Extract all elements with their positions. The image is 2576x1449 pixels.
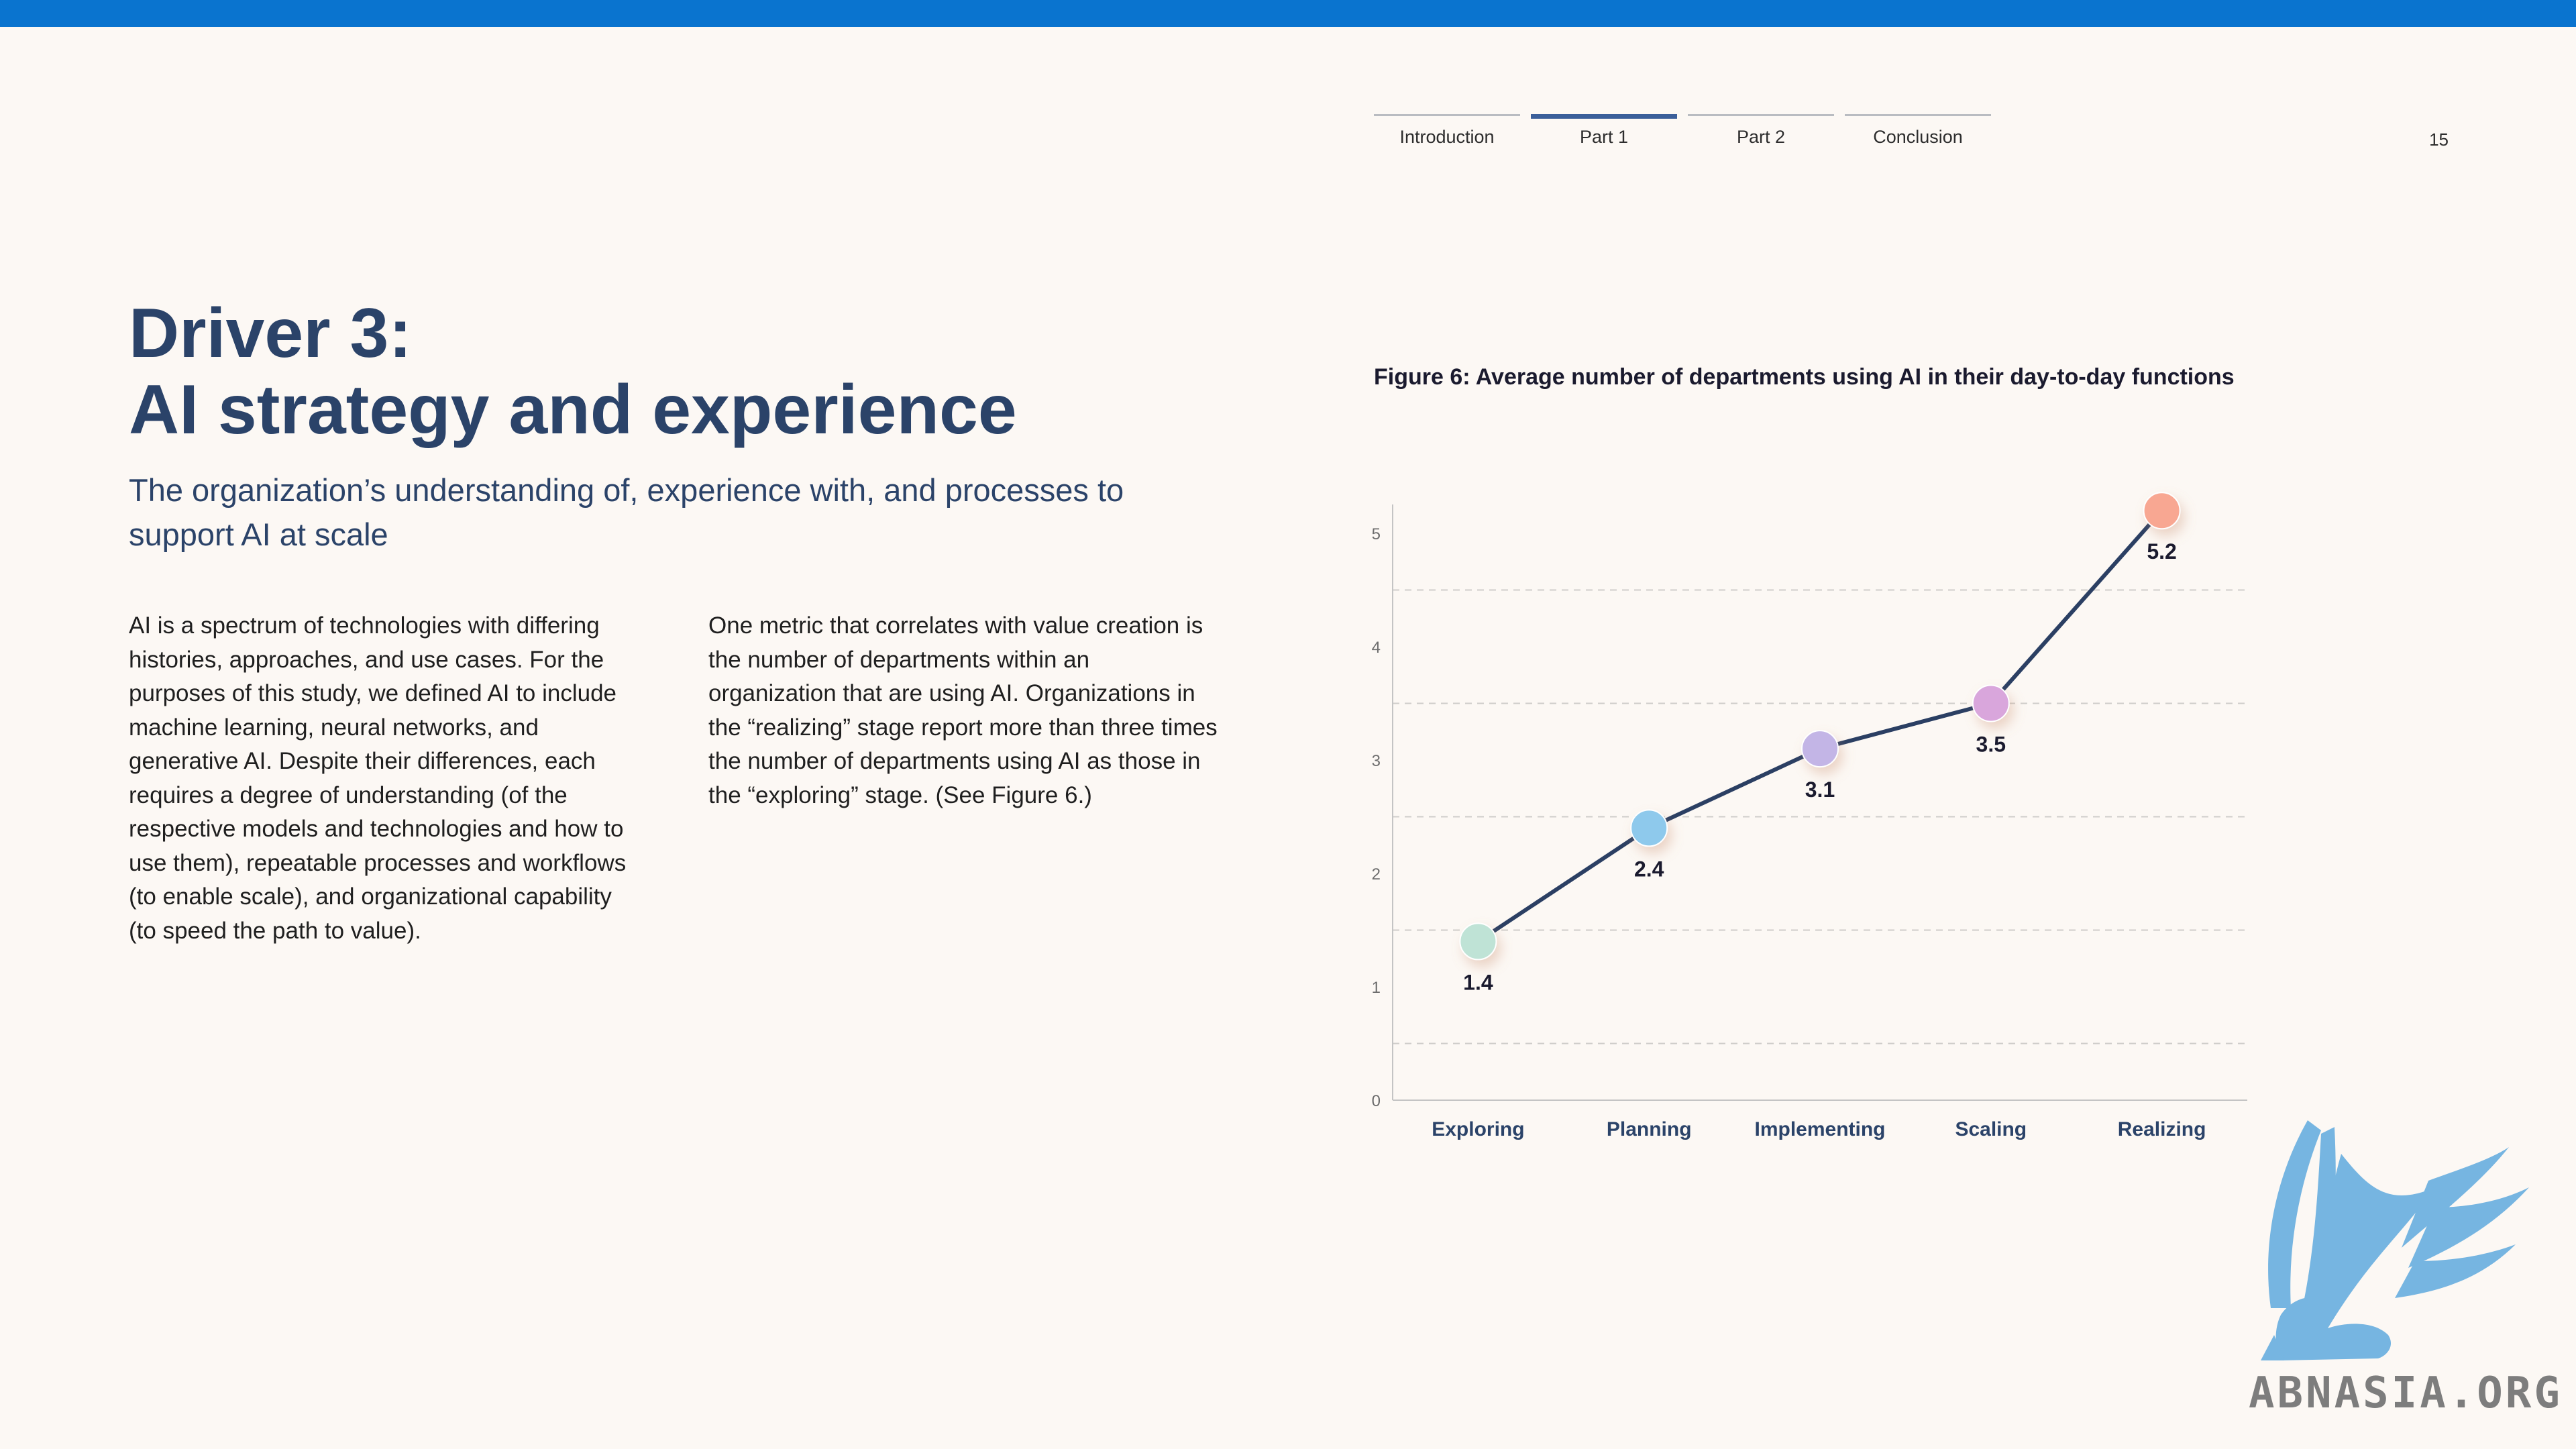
y-tick-label: 1 [1372, 979, 1381, 997]
data-point [1972, 684, 2010, 722]
data-point [1801, 730, 1839, 768]
data-label: 5.2 [2147, 539, 2176, 564]
body-text-column-2: One metric that correlates with value cr… [708, 612, 1218, 808]
y-tick-label: 2 [1372, 865, 1381, 883]
tab-part-1[interactable]: Part 1 [1531, 114, 1677, 148]
title-line-1: Driver 3: [129, 294, 412, 372]
x-tick-label: Scaling [1955, 1118, 2027, 1140]
line-chart: 0 1 2 3 4 5 Exploring Planning Implementing Scali… [1372, 492, 2247, 1140]
title-line-2: AI strategy and experience [129, 371, 1017, 449]
body-text-column-1: AI is a spectrum of technologies with di… [129, 612, 627, 944]
tab-part-2[interactable]: Part 2 [1688, 114, 1834, 148]
data-label: 1.4 [1463, 970, 1493, 994]
data-label: 2.4 [1634, 857, 1664, 881]
tab-conclusion[interactable]: Conclusion [1845, 114, 1991, 148]
page-number: 15 [2429, 129, 2449, 150]
x-tick-label: Realizing [2118, 1118, 2206, 1140]
y-tick-label: 5 [1372, 525, 1381, 543]
x-tick-label: Implementing [1754, 1118, 1885, 1140]
watermark-text: ABNASIA.ORG [2249, 1368, 2563, 1418]
figure-title: Figure 6: Average number of departments … [1374, 364, 2235, 390]
data-point [1459, 922, 1497, 961]
data-label: 3.1 [1805, 777, 1835, 802]
y-tick-label: 4 [1372, 639, 1381, 657]
data-point [1630, 809, 1668, 847]
section-nav: Introduction Part 1 Part 2 Conclusion [1374, 114, 1991, 148]
y-tick-label: 0 [1372, 1092, 1381, 1110]
y-tick-label: 3 [1372, 752, 1381, 770]
data-point [2143, 492, 2181, 530]
page-title: Driver 3: AI strategy and experience [129, 295, 1017, 448]
data-label: 3.5 [1976, 733, 2006, 757]
page-subtitle: The organization’s understanding of, exp… [129, 472, 1124, 552]
series-line [1477, 509, 2163, 943]
x-tick-label: Planning [1607, 1118, 1692, 1140]
x-tick-label: Exploring [1432, 1118, 1524, 1140]
top-accent-bar [0, 0, 2576, 27]
tab-introduction[interactable]: Introduction [1374, 114, 1520, 148]
